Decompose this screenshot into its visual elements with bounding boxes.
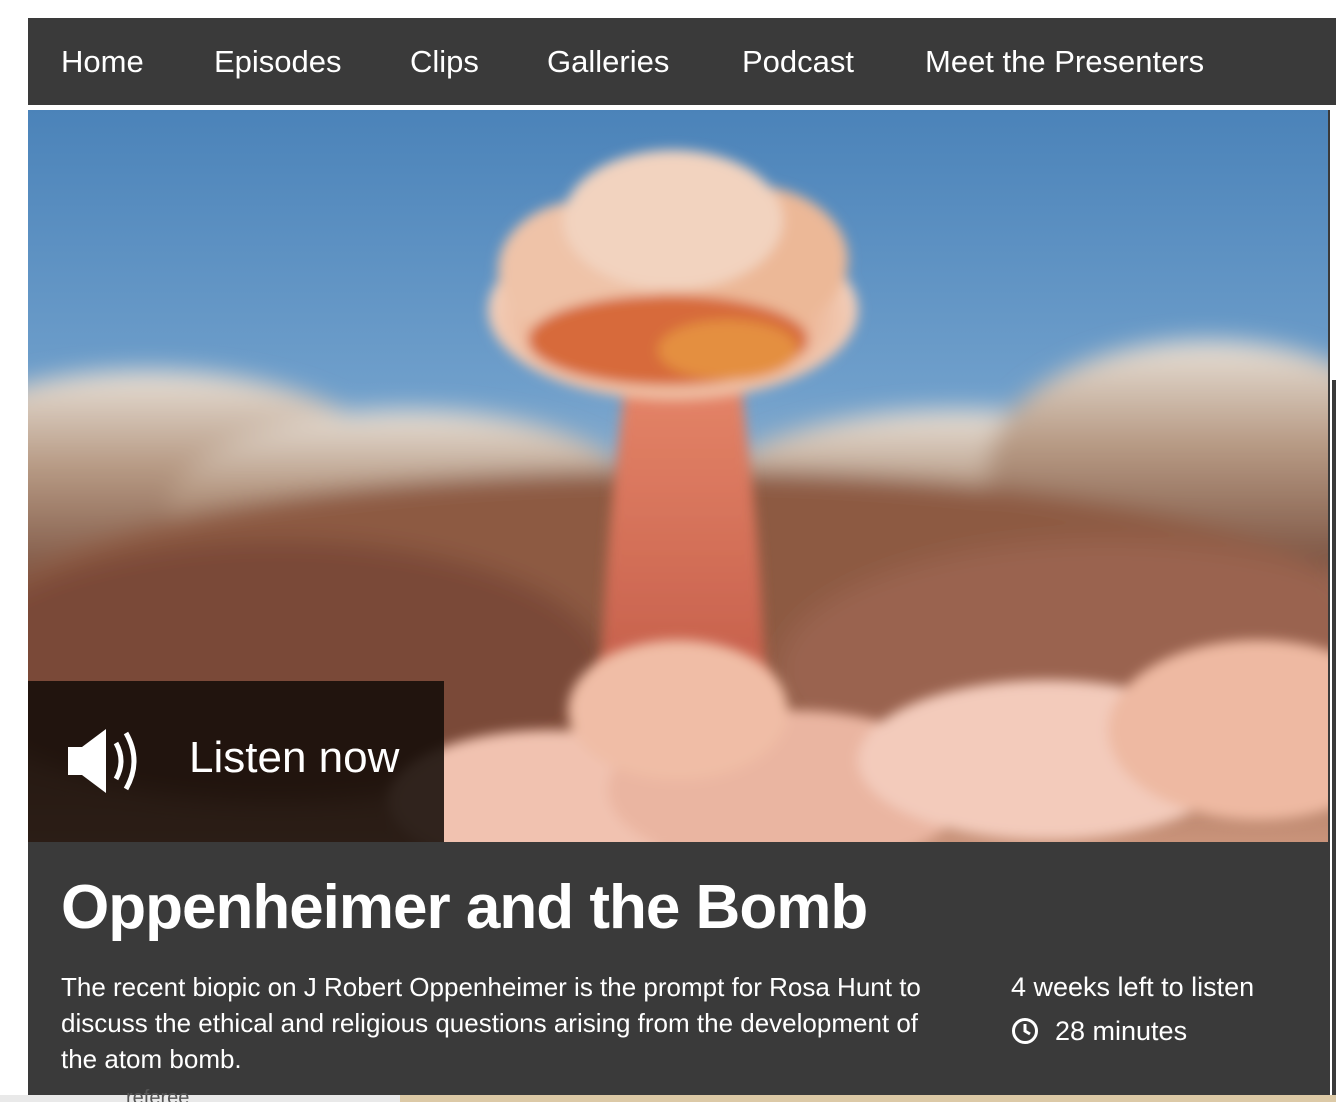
nav-podcast[interactable]: Podcast <box>742 44 854 80</box>
episode-info: Oppenheimer and the Bomb The recent biop… <box>28 842 1328 1095</box>
listen-now-button[interactable]: Listen now <box>28 681 444 842</box>
nav-galleries[interactable]: Galleries <box>547 44 669 80</box>
duration: 28 minutes <box>1011 1013 1187 1049</box>
duration-text: 28 minutes <box>1055 1016 1188 1046</box>
nav-meet-the-presenters[interactable]: Meet the Presenters <box>925 44 1204 80</box>
clock-icon <box>1011 1017 1039 1045</box>
episode-description: The recent biopic on J Robert Oppenheime… <box>61 972 921 1074</box>
nav-episodes[interactable]: Episodes <box>214 44 342 80</box>
availability-text: 4 weeks left to listen <box>1011 972 1255 1002</box>
nav-clips[interactable]: Clips <box>410 44 479 80</box>
main-navigation: Home Episodes Clips Galleries Podcast Me… <box>28 18 1336 105</box>
speaker-icon <box>66 725 150 802</box>
listen-now-label: Listen now <box>189 733 400 782</box>
nav-home[interactable]: Home <box>61 44 144 80</box>
right-divider-outer <box>1332 380 1336 1095</box>
bottom-strip-tan <box>400 1095 1336 1102</box>
episode-title: Oppenheimer and the Bomb <box>61 873 868 942</box>
right-divider <box>1328 110 1330 1095</box>
bottom-strip-text: referee <box>126 1087 190 1102</box>
